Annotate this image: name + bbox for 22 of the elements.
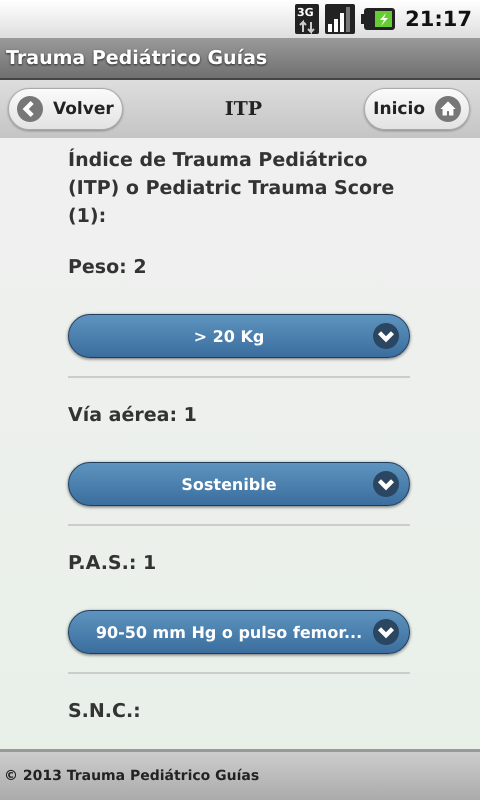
battery-icon: [361, 8, 396, 30]
signal-icon: [325, 4, 356, 34]
dropdown-select[interactable]: > 20 Kg: [68, 314, 410, 358]
back-button[interactable]: Volver: [8, 88, 123, 130]
field-label: Vía aérea: 1: [68, 404, 198, 426]
chevron-down-icon: [373, 323, 399, 349]
chevron-down-icon: [373, 619, 399, 645]
clock-time: 21:17: [405, 7, 472, 31]
app-title: Trauma Pediátrico Guías: [6, 47, 268, 69]
page-title: ITP: [224, 98, 262, 120]
footer-text: © 2013 Trauma Pediátrico Guías: [4, 768, 260, 784]
network-icon: 3G: [295, 4, 320, 34]
home-icon: [435, 96, 461, 122]
field-label: S.N.C.:: [68, 700, 142, 722]
back-icon: [17, 96, 43, 122]
dropdown-select[interactable]: 90-50 mm Hg o pulso femor...: [68, 610, 410, 654]
home-button[interactable]: Inicio: [364, 88, 470, 130]
dropdown-select[interactable]: Sostenible: [68, 462, 410, 506]
field-label: P.A.S.: 1: [68, 552, 158, 574]
field-label: Peso: 2: [68, 256, 148, 278]
chevron-down-icon: [373, 471, 399, 497]
section-heading: Índice de Trauma Pediátrico (ITP) o Pediatric Trauma Score (1):: [68, 147, 396, 229]
